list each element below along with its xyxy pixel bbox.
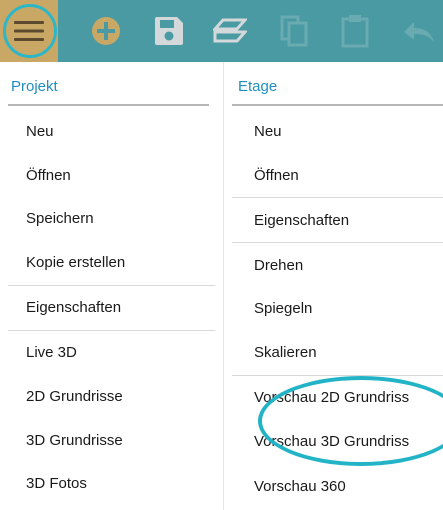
floor-separator-2: [232, 242, 443, 243]
project-separator-1: [8, 285, 215, 286]
floor-item-new[interactable]: Neu: [254, 114, 443, 148]
project-item-2d-plans[interactable]: 2D Grundrisse: [26, 379, 216, 413]
project-item-3d-photos[interactable]: 3D Fotos: [26, 466, 216, 500]
paste-button[interactable]: [337, 0, 373, 62]
project-item-save-copy[interactable]: Kopie erstellen: [26, 245, 216, 279]
floor-item-scale[interactable]: Skalieren: [254, 335, 443, 369]
undo-button[interactable]: [398, 0, 438, 62]
project-item-new[interactable]: Neu: [26, 114, 216, 148]
floor-item-preview-360[interactable]: Vorschau 360: [254, 469, 443, 503]
layers-button[interactable]: [210, 0, 250, 62]
save-button[interactable]: [149, 0, 189, 62]
paste-icon: [341, 15, 369, 48]
project-header-underline: [8, 104, 209, 106]
copy-button[interactable]: [276, 0, 312, 62]
floor-separator-1: [232, 197, 443, 198]
project-item-properties[interactable]: Eigenschaften: [26, 290, 216, 324]
project-separator-2: [8, 330, 215, 331]
project-item-live-3d[interactable]: Live 3D: [26, 335, 216, 369]
floor-item-mirror[interactable]: Spiegeln: [254, 291, 443, 325]
menu-button-highlight-ring: [3, 4, 57, 58]
project-panel: Projekt Neu Öffnen Speichern Kopie erste…: [0, 62, 223, 510]
layers-icon: [213, 18, 247, 43]
project-item-save[interactable]: Speichern: [26, 201, 216, 235]
floor-header-underline: [232, 104, 443, 106]
project-header: Projekt: [11, 78, 58, 95]
floor-header: Etage: [238, 78, 278, 95]
floor-separator-3: [232, 375, 443, 376]
toolbar: [0, 0, 443, 62]
floor-item-open[interactable]: Öffnen: [254, 158, 443, 192]
floor-item-properties[interactable]: Eigenschaften: [254, 203, 443, 237]
floor-item-rotate[interactable]: Drehen: [254, 248, 443, 282]
add-circle-icon: [92, 17, 120, 45]
copy-icon: [280, 15, 308, 47]
save-icon: [155, 17, 183, 45]
project-item-3d-plans[interactable]: 3D Grundrisse: [26, 423, 216, 457]
undo-icon: [404, 22, 434, 42]
add-button[interactable]: [88, 0, 124, 62]
project-item-open[interactable]: Öffnen: [26, 158, 216, 192]
